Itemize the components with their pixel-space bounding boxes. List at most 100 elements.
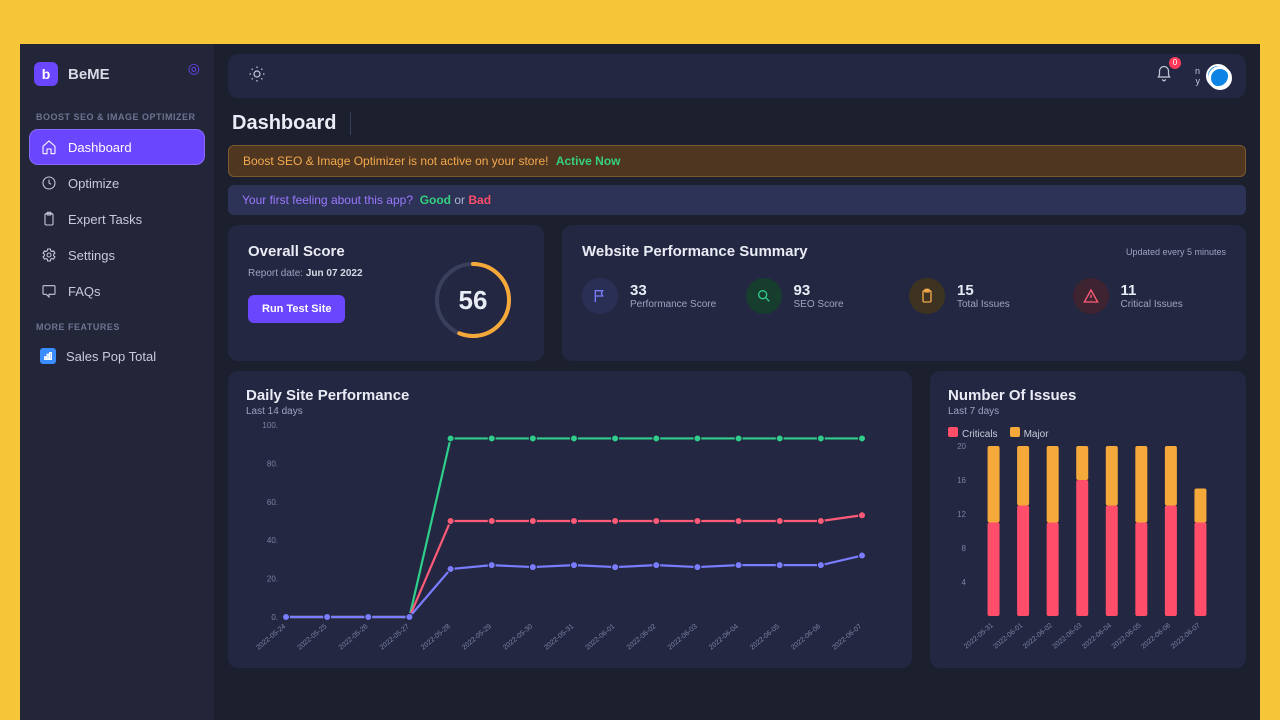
svg-text:2022-06-04: 2022-06-04: [708, 623, 740, 651]
topbar: 0 n y: [228, 54, 1246, 98]
bar-chart: 481216202022-05-312022-06-012022-06-0220…: [948, 440, 1228, 650]
sidebar-item-label: Sales Pop Total: [66, 349, 156, 364]
stat-value: 93: [794, 283, 844, 299]
svg-text:2022-05-27: 2022-05-27: [379, 623, 411, 651]
daily-performance-card: Daily Site Performance Last 14 days 0. 20…: [228, 371, 912, 668]
sales-pop-icon: [40, 348, 56, 364]
overall-score-value: 56: [432, 259, 514, 341]
clipboard-icon: [40, 210, 58, 228]
svg-text:20: 20: [957, 442, 966, 451]
page-body: Dashboard Boost SEO & Image Optimizer is…: [214, 100, 1260, 720]
svg-text:40.: 40.: [267, 536, 278, 545]
feedback-bad-link[interactable]: Bad: [468, 193, 491, 207]
svg-text:4: 4: [962, 578, 967, 587]
stat-total-issues: 15Total Issues: [909, 278, 1063, 314]
flag-icon: [582, 278, 618, 314]
overall-score-card: Overall Score Report date: Jun 07 2022 R…: [228, 225, 544, 361]
svg-text:2022-06-05: 2022-06-05: [749, 623, 781, 651]
app-root: b BeME ◎ BOOST SEO & IMAGE OPTIMIZER Das…: [20, 44, 1260, 720]
brand-logo-icon: b: [34, 62, 58, 86]
svg-text:2022-06-07: 2022-06-07: [1170, 622, 1202, 650]
sidebar-item-label: Dashboard: [68, 140, 132, 155]
target-icon[interactable]: ◎: [188, 60, 200, 77]
svg-text:2022-05-28: 2022-05-28: [420, 623, 452, 651]
banner-active-now-link[interactable]: Active Now: [556, 154, 621, 168]
sidebar-section-label: MORE FEATURES: [30, 310, 204, 340]
sidebar-item-label: Expert Tasks: [68, 212, 142, 227]
alert-icon: [1073, 278, 1109, 314]
issues-card: Number Of Issues Last 7 days Criticals M…: [930, 371, 1246, 668]
stat-label: Performance Score: [630, 299, 716, 310]
updated-label: Updated every 5 minutes: [1126, 247, 1226, 257]
svg-text:8: 8: [962, 544, 967, 553]
svg-text:20.: 20.: [267, 575, 278, 584]
svg-text:2022-06-04: 2022-06-04: [1081, 622, 1113, 650]
gear-icon: [40, 246, 58, 264]
notification-badge: 0: [1169, 57, 1181, 69]
search-icon: [746, 278, 782, 314]
score-ring: 56: [432, 259, 514, 341]
banner-text: Your first feeling about this app?: [242, 193, 413, 207]
home-icon: [40, 138, 58, 156]
svg-text:2022-06-01: 2022-06-01: [992, 622, 1024, 650]
sidebar-item-optimize[interactable]: Optimize: [30, 166, 204, 200]
page-title: Dashboard: [232, 112, 351, 135]
svg-text:2022-06-07: 2022-06-07: [831, 623, 863, 651]
svg-text:2022-06-03: 2022-06-03: [667, 623, 699, 651]
stat-label: Total Issues: [957, 299, 1010, 310]
card-title: Number Of Issues: [948, 387, 1228, 404]
feedback-or: or: [454, 193, 465, 207]
sidebar-item-dashboard[interactable]: Dashboard: [30, 130, 204, 164]
svg-text:2022-05-25: 2022-05-25: [296, 623, 328, 651]
main: 0 n y Dashboard Boost SEO & Image Optimi…: [214, 44, 1260, 720]
svg-text:2022-06-01: 2022-06-01: [584, 623, 616, 651]
svg-text:2022-05-31: 2022-05-31: [963, 622, 995, 650]
stat-value: 33: [630, 283, 716, 299]
line-chart: 0.20.40.60.80.100.2022-05-242022-05-2520…: [246, 417, 866, 657]
banner-inactive: Boost SEO & Image Optimizer is not activ…: [228, 145, 1246, 177]
banner-text: Boost SEO & Image Optimizer is not activ…: [243, 154, 548, 168]
brand[interactable]: b BeME ◎: [20, 54, 214, 100]
chat-icon: [40, 282, 58, 300]
card-title: Website Performance Summary: [582, 243, 808, 260]
sidebar-item-expert-tasks[interactable]: Expert Tasks: [30, 202, 204, 236]
stat-seo-score: 93SEO Score: [746, 278, 900, 314]
user-short: n y: [1195, 66, 1200, 86]
card-subtitle: Last 7 days: [948, 406, 1228, 417]
sidebar-item-label: Optimize: [68, 176, 119, 191]
svg-text:2022-06-06: 2022-06-06: [1140, 622, 1172, 650]
svg-text:2022-06-06: 2022-06-06: [790, 623, 822, 651]
svg-text:0.: 0.: [271, 613, 278, 622]
stat-value: 15: [957, 283, 1010, 299]
banner-feedback: Your first feeling about this app? Good …: [228, 185, 1246, 215]
svg-text:2022-05-26: 2022-05-26: [338, 623, 370, 651]
performance-summary-card: Website Performance Summary Updated ever…: [562, 225, 1246, 361]
stat-performance-score: 33Performance Score: [582, 278, 736, 314]
svg-text:60.: 60.: [267, 498, 278, 507]
chart-legend: Criticals Major: [948, 427, 1228, 440]
clipboard-icon: [909, 278, 945, 314]
run-test-site-button[interactable]: Run Test Site: [248, 295, 345, 323]
svg-text:100.: 100.: [262, 421, 278, 430]
sidebar-item-label: FAQs: [68, 284, 101, 299]
user-menu[interactable]: n y: [1195, 64, 1230, 88]
feedback-good-link[interactable]: Good: [420, 193, 451, 207]
notifications-icon[interactable]: 0: [1151, 61, 1177, 92]
svg-text:2022-06-05: 2022-06-05: [1111, 622, 1143, 650]
sidebar-item-settings[interactable]: Settings: [30, 238, 204, 272]
sidebar-item-sales-pop[interactable]: Sales Pop Total: [30, 340, 204, 372]
svg-text:80.: 80.: [267, 459, 278, 468]
card-title: Daily Site Performance: [246, 387, 894, 404]
stat-value: 11: [1121, 283, 1183, 299]
card-subtitle: Last 14 days: [246, 406, 894, 417]
optimize-icon: [40, 174, 58, 192]
svg-text:12: 12: [957, 510, 966, 519]
sidebar: b BeME ◎ BOOST SEO & IMAGE OPTIMIZER Das…: [20, 44, 214, 720]
sidebar-item-faqs[interactable]: FAQs: [30, 274, 204, 308]
sidebar-item-label: Settings: [68, 248, 115, 263]
svg-text:2022-06-03: 2022-06-03: [1052, 622, 1084, 650]
theme-toggle-icon[interactable]: [244, 61, 270, 92]
brand-name: BeME: [68, 66, 110, 83]
svg-text:16: 16: [957, 476, 966, 485]
svg-text:2022-05-29: 2022-05-29: [461, 623, 493, 651]
